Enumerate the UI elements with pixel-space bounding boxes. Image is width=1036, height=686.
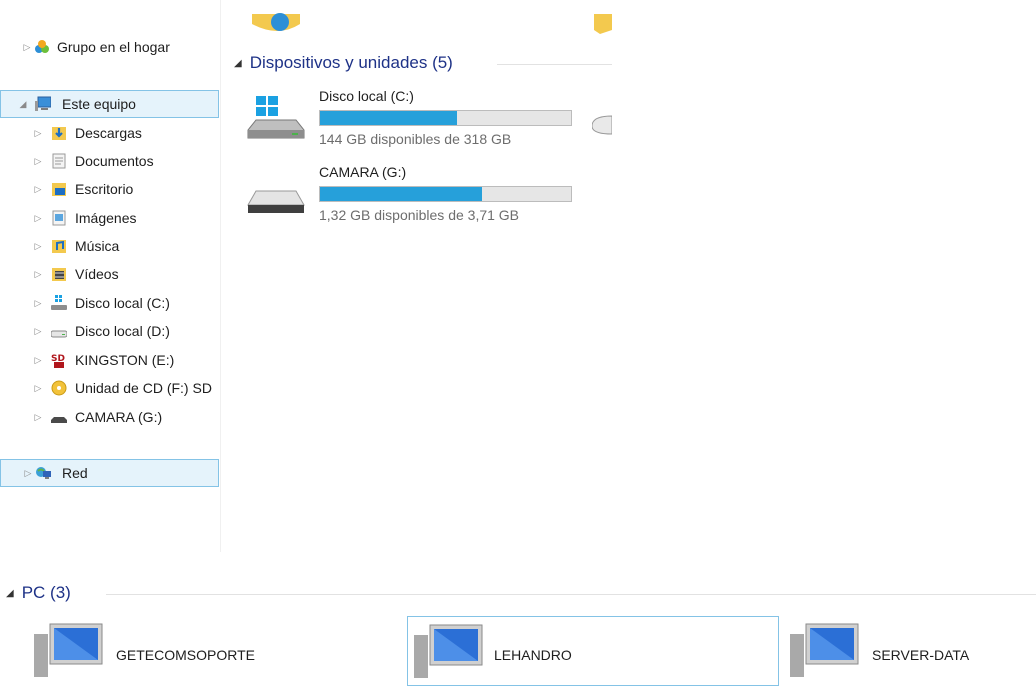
pc-name: GETECOMSOPORTE bbox=[116, 647, 255, 663]
navigation-pane: ▷ Grupo en el hogar ◢ Este equipo ▷ Desc… bbox=[0, 0, 221, 552]
expand-arrow-icon[interactable]: ▷ bbox=[33, 175, 43, 203]
collapse-arrow-icon[interactable]: ◢ bbox=[18, 91, 28, 117]
nav-label: Disco local (D:) bbox=[75, 323, 170, 339]
nav-item-music[interactable]: ▷ Música bbox=[0, 232, 219, 260]
expand-arrow-icon[interactable]: ▷ bbox=[33, 346, 43, 374]
drive-free-space: 144 GB disponibles de 318 GB bbox=[319, 131, 512, 147]
videos-folder-icon bbox=[52, 268, 66, 281]
nav-label: Música bbox=[75, 238, 120, 254]
group-title: Dispositivos y unidades (5) bbox=[249, 53, 453, 72]
windows-drive-icon bbox=[51, 295, 67, 310]
nav-label: Disco local (C:) bbox=[75, 295, 170, 311]
drive-usage-fill bbox=[320, 111, 458, 125]
expand-arrow-icon[interactable]: ▷ bbox=[33, 289, 43, 317]
group-divider bbox=[106, 594, 1036, 595]
hard-drive-icon bbox=[51, 330, 67, 338]
nav-label-network: Red bbox=[62, 465, 88, 481]
collapse-group-icon[interactable]: ◢ bbox=[6, 588, 14, 599]
group-divider bbox=[497, 64, 612, 65]
removable-drive-icon bbox=[247, 190, 305, 213]
nav-label: Documentos bbox=[75, 153, 154, 169]
drive-name: CAMARA (G:) bbox=[319, 164, 407, 180]
nav-item-this-pc[interactable]: ◢ Este equipo bbox=[0, 90, 219, 118]
nav-item-drive-f[interactable]: ▷ Unidad de CD (F:) SD bbox=[0, 374, 219, 402]
expand-arrow-icon[interactable]: ▷ bbox=[33, 317, 43, 345]
computer-icon bbox=[414, 624, 483, 678]
nav-label: Unidad de CD (F:) SD bbox=[75, 380, 212, 396]
computer-icon bbox=[34, 623, 103, 677]
desktop-folder-icon bbox=[52, 183, 66, 196]
nav-item-documents[interactable]: ▷ Documentos bbox=[0, 147, 219, 175]
pc-name: LEHANDRO bbox=[494, 647, 572, 663]
drive-free-space: 1,32 GB disponibles de 3,71 GB bbox=[319, 207, 520, 223]
pictures-folder-icon bbox=[52, 210, 66, 226]
documents-folder-icon bbox=[52, 153, 66, 169]
drive-tile-c[interactable]: Disco local (C:) 144 GB disponibles de 3… bbox=[240, 84, 585, 154]
nav-label: Imágenes bbox=[75, 210, 137, 226]
nav-item-drive-g[interactable]: ▷ CAMARA (G:) bbox=[0, 403, 219, 431]
collapse-group-icon[interactable]: ◢ bbox=[234, 58, 242, 69]
group-title: PC (3) bbox=[21, 583, 71, 602]
nav-item-drive-c[interactable]: ▷ Disco local (C:) bbox=[0, 289, 219, 317]
expand-arrow-icon[interactable]: ▷ bbox=[33, 260, 43, 288]
expand-arrow-icon[interactable]: ▷ bbox=[23, 460, 33, 486]
nav-item-homegroup[interactable]: ▷ Grupo en el hogar bbox=[0, 33, 219, 61]
drive-usage-fill bbox=[320, 187, 482, 201]
windows-drive-icon bbox=[247, 96, 305, 139]
removable-drive-icon bbox=[51, 417, 67, 423]
nav-item-desktop[interactable]: ▷ Escritorio bbox=[0, 175, 219, 203]
nav-label-homegroup: Grupo en el hogar bbox=[57, 39, 170, 55]
computer-icon bbox=[790, 623, 859, 677]
expand-arrow-icon[interactable]: ▷ bbox=[22, 33, 32, 61]
pc-name: SERVER-DATA bbox=[872, 647, 970, 663]
nav-label: Descargas bbox=[75, 125, 142, 141]
folder-icon bbox=[252, 13, 300, 31]
expand-arrow-icon[interactable]: ▷ bbox=[33, 403, 43, 431]
drive-usage-bar bbox=[319, 186, 572, 202]
drive-usage-bar bbox=[319, 110, 572, 126]
drive-tile-g[interactable]: CAMARA (G:) 1,32 GB disponibles de 3,71 … bbox=[240, 161, 585, 231]
folder-icon bbox=[594, 14, 612, 34]
downloads-folder-icon bbox=[52, 127, 66, 140]
network-icon bbox=[36, 467, 51, 479]
nav-item-pictures[interactable]: ▷ Imágenes bbox=[0, 204, 219, 232]
expand-arrow-icon[interactable]: ▷ bbox=[33, 119, 43, 147]
expand-arrow-icon[interactable]: ▷ bbox=[33, 374, 43, 402]
cd-drive-icon bbox=[51, 380, 67, 396]
pc-item-lehandro[interactable]: LEHANDRO bbox=[407, 616, 779, 686]
music-folder-icon bbox=[52, 240, 66, 253]
expand-arrow-icon[interactable]: ▷ bbox=[33, 232, 43, 260]
expand-arrow-icon[interactable]: ▷ bbox=[33, 147, 43, 175]
nav-label: Escritorio bbox=[75, 181, 134, 197]
sd-card-icon: SD bbox=[51, 354, 65, 368]
nav-item-downloads[interactable]: ▷ Descargas bbox=[0, 119, 219, 147]
hard-drive-icon bbox=[592, 115, 612, 135]
nav-item-drive-e[interactable]: ▷ SD KINGSTON (E:) bbox=[0, 346, 219, 374]
nav-label-this-pc: Este equipo bbox=[62, 96, 136, 112]
nav-label: CAMARA (G:) bbox=[75, 409, 163, 425]
expand-arrow-icon[interactable]: ▷ bbox=[33, 204, 43, 232]
nav-label: Vídeos bbox=[75, 266, 119, 282]
group-header-pcs[interactable]: ◢ PC (3) bbox=[6, 583, 71, 603]
pc-item-server-data[interactable]: SERVER-DATA bbox=[786, 617, 1036, 677]
homegroup-icon bbox=[35, 40, 49, 53]
this-pc-icon bbox=[35, 96, 51, 111]
nav-label: KINGSTON (E:) bbox=[75, 352, 175, 368]
nav-item-drive-d[interactable]: ▷ Disco local (D:) bbox=[0, 317, 219, 345]
nav-item-network[interactable]: ▷ Red bbox=[0, 459, 219, 487]
pc-item-getecomsoporte[interactable]: GETECOMSOPORTE bbox=[30, 617, 370, 677]
group-header-devices[interactable]: ◢ Dispositivos y unidades (5) bbox=[234, 53, 453, 73]
nav-item-videos[interactable]: ▷ Vídeos bbox=[0, 260, 219, 288]
drive-name: Disco local (C:) bbox=[319, 88, 414, 104]
